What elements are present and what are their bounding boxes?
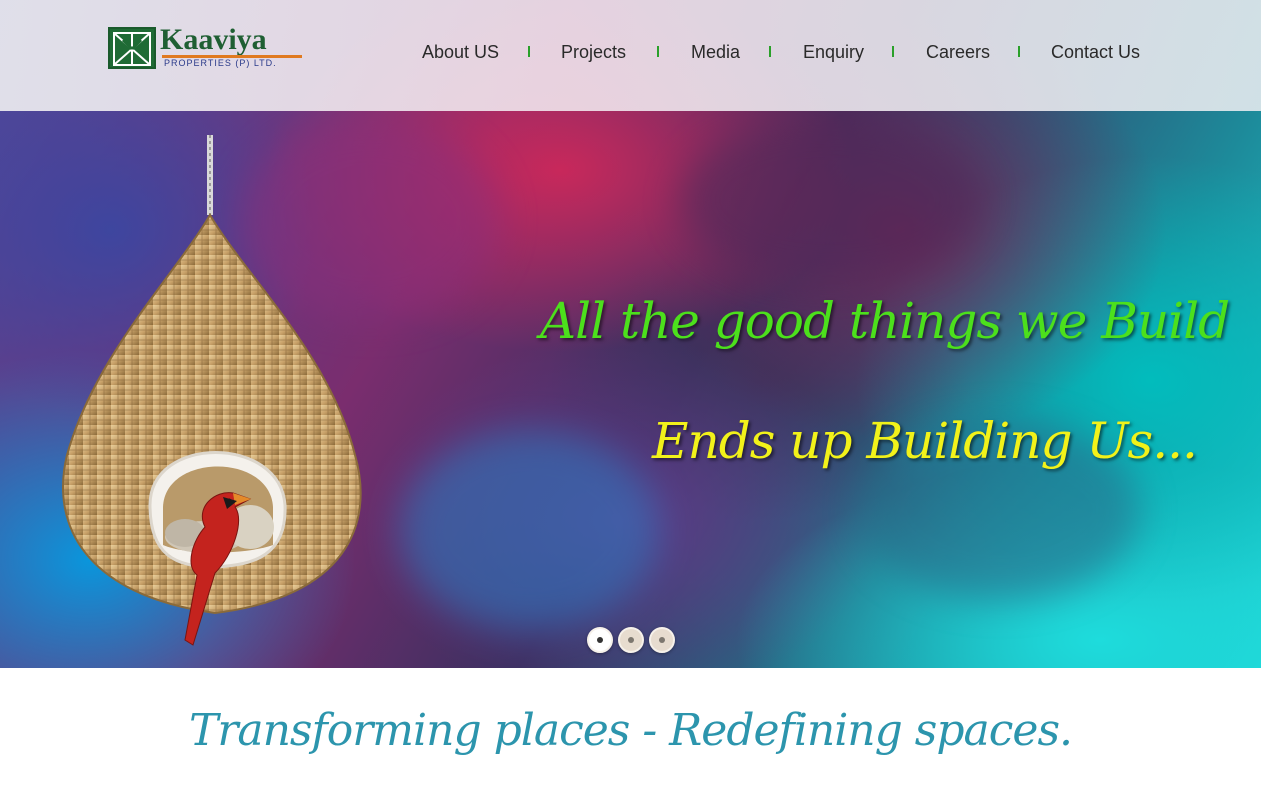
watercolor-blot (680, 120, 980, 280)
hanging-nest-chair-image (62, 135, 362, 646)
page-slogan: Transforming places - Redefining spaces. (188, 705, 1073, 756)
brand-logo[interactable]: Kaaviya PROPERTIES (P) LTD. (108, 23, 302, 71)
nav-projects[interactable]: Projects (561, 42, 626, 63)
nav-about-us[interactable]: About US (422, 42, 499, 63)
nav-enquiry[interactable]: Enquiry (803, 42, 864, 63)
slider-dot-2[interactable] (618, 627, 644, 653)
nav-separator (1018, 46, 1020, 57)
nav-separator (769, 46, 771, 57)
hero-tagline-line1: All the good things we Build (540, 292, 1230, 350)
logo-emblem-icon (108, 27, 156, 69)
site-header: Kaaviya PROPERTIES (P) LTD. About US Pro… (0, 0, 1261, 111)
nav-separator (657, 46, 659, 57)
nav-contact-us[interactable]: Contact Us (1051, 42, 1140, 63)
slider-dot-3[interactable] (649, 627, 675, 653)
brand-name: Kaaviya (160, 23, 267, 56)
brand-subtitle: PROPERTIES (P) LTD. (164, 58, 277, 68)
nav-media[interactable]: Media (691, 42, 740, 63)
nav-separator (528, 46, 530, 57)
watercolor-blot (400, 430, 660, 630)
nav-careers[interactable]: Careers (926, 42, 990, 63)
slider-dot-1[interactable] (587, 627, 613, 653)
nav-separator (892, 46, 894, 57)
hero-tagline-line2: Ends up Building Us... (652, 412, 1198, 470)
